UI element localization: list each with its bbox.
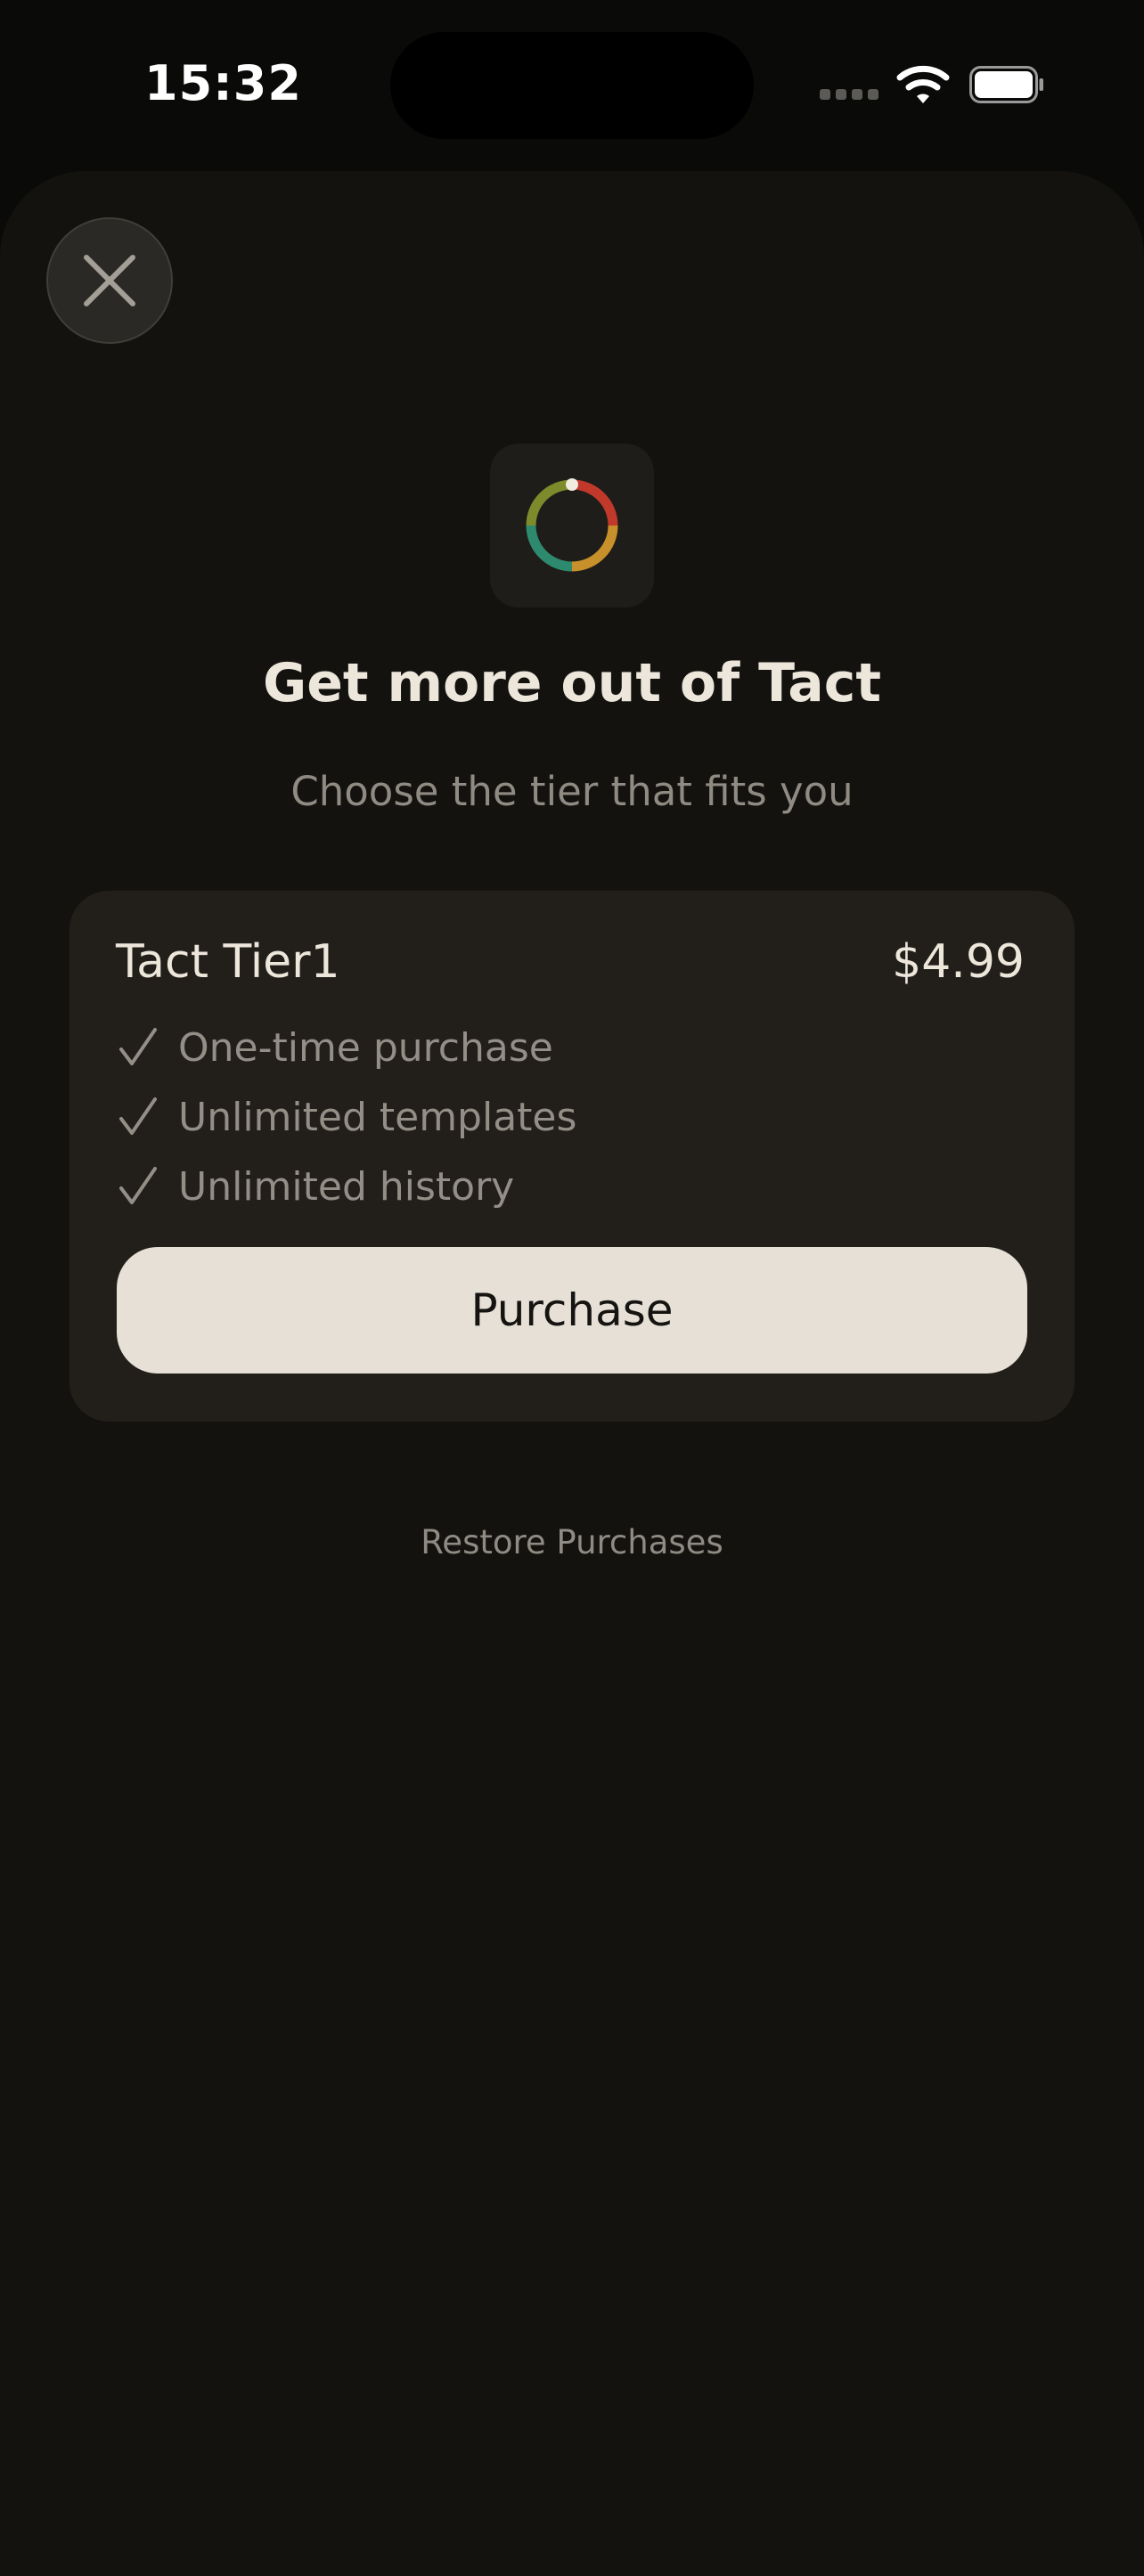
wifi-icon	[896, 65, 950, 103]
feature-item: Unlimited history	[116, 1160, 514, 1213]
purchase-button[interactable]: Purchase	[117, 1247, 1027, 1374]
checkmark-icon	[119, 1097, 157, 1135]
cellular-signal-icon	[820, 89, 878, 100]
dynamic-island	[390, 32, 754, 139]
paywall-subtitle: Choose the tier that fits you	[290, 768, 854, 815]
paywall-sheet: Get more out of Tact Choose the tier tha…	[0, 171, 1144, 2576]
close-icon	[84, 255, 135, 306]
checkmark-icon	[119, 1167, 157, 1204]
tact-ring-icon	[526, 478, 618, 572]
status-time: 15:32	[144, 55, 302, 111]
tier-price: $4.99	[892, 935, 1025, 989]
checkmark-icon	[119, 1028, 157, 1065]
feature-item: One-time purchase	[116, 1021, 553, 1074]
status-bar: 15:32	[0, 0, 1144, 169]
feature-label: One-time purchase	[178, 1024, 553, 1071]
paywall-title: Get more out of Tact	[262, 652, 882, 714]
close-button[interactable]	[46, 217, 173, 344]
battery-icon	[969, 66, 1043, 103]
tier-name: Tact Tier1	[116, 935, 340, 989]
feature-label: Unlimited templates	[178, 1094, 577, 1140]
feature-label: Unlimited history	[178, 1163, 515, 1210]
restore-purchases-link[interactable]: Restore Purchases	[0, 1523, 1144, 1561]
app-icon	[490, 444, 654, 607]
tier-card: Tact Tier1 $4.99 One-time purchase Unlim…	[69, 891, 1075, 1422]
feature-item: Unlimited templates	[116, 1090, 576, 1144]
